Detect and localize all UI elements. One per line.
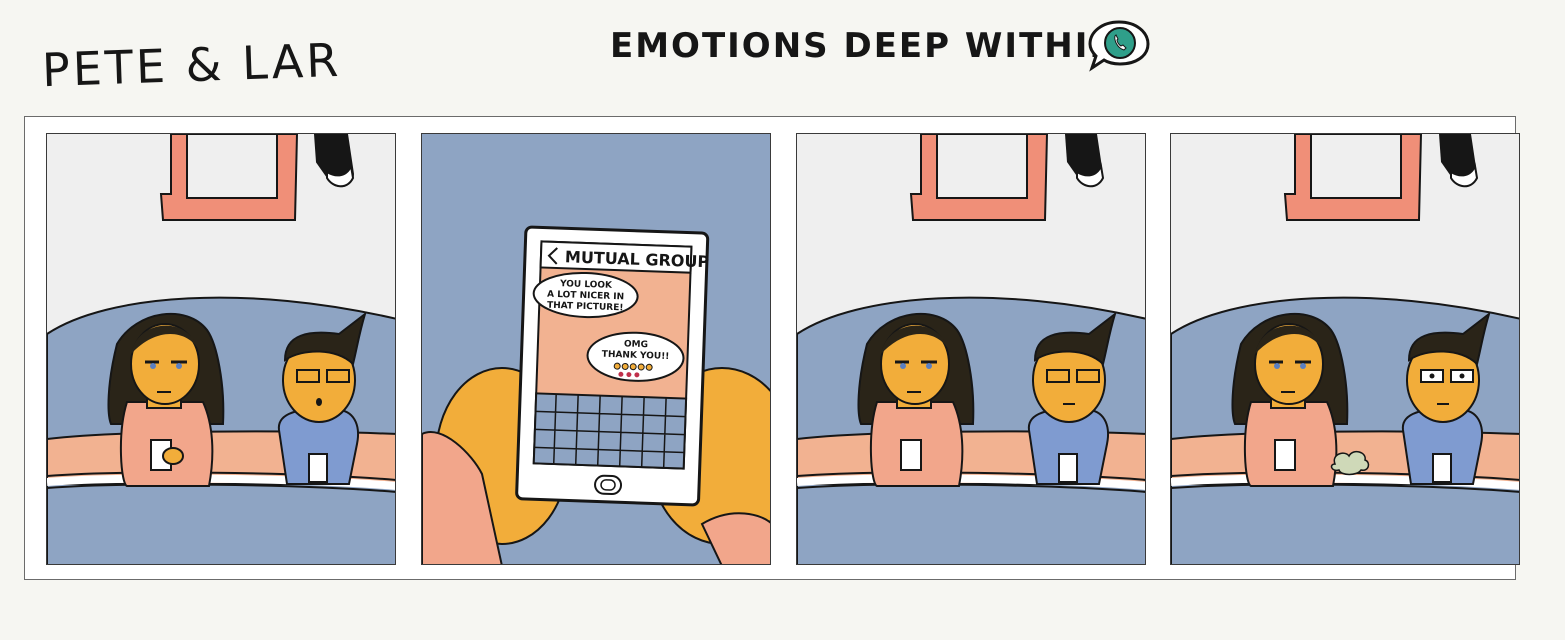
panel-4: [1170, 133, 1520, 565]
home-button-icon[interactable]: [594, 474, 623, 496]
keyboard[interactable]: [532, 392, 688, 470]
phone: [308, 453, 328, 483]
comic-logo: PETE & LAR: [41, 32, 343, 98]
phone: [1432, 453, 1452, 483]
panel-1: [46, 133, 396, 565]
phone: [900, 439, 922, 471]
comic-title: EMOTIONS DEEP WITHIN: [610, 26, 1120, 66]
panel-3: [796, 133, 1146, 565]
woman-character: [107, 312, 225, 487]
panel-1-scene: [47, 134, 395, 564]
phone-device: MUTUAL GROUP YOU LOOK A LOT NICER IN THA…: [515, 225, 710, 507]
message-2-line-1: OMG: [624, 339, 648, 350]
panel-4-scene: [1171, 134, 1519, 564]
phone: [1274, 439, 1296, 471]
panel-2-scene: MUTUAL GROUP YOU LOOK A LOT NICER IN THA…: [422, 134, 770, 564]
phone-chat-bubble-icon: [1088, 20, 1150, 72]
message-1-line-1: YOU LOOK: [559, 279, 613, 291]
panel-2: MUTUAL GROUP YOU LOOK A LOT NICER IN THA…: [421, 133, 771, 565]
panel-3-scene: [797, 134, 1145, 564]
heart-row-icon: [618, 371, 640, 378]
woman-character: [857, 312, 975, 487]
woman-character: [1231, 312, 1349, 487]
smell-puff-icon: [1330, 450, 1370, 476]
phone: [1058, 453, 1078, 483]
